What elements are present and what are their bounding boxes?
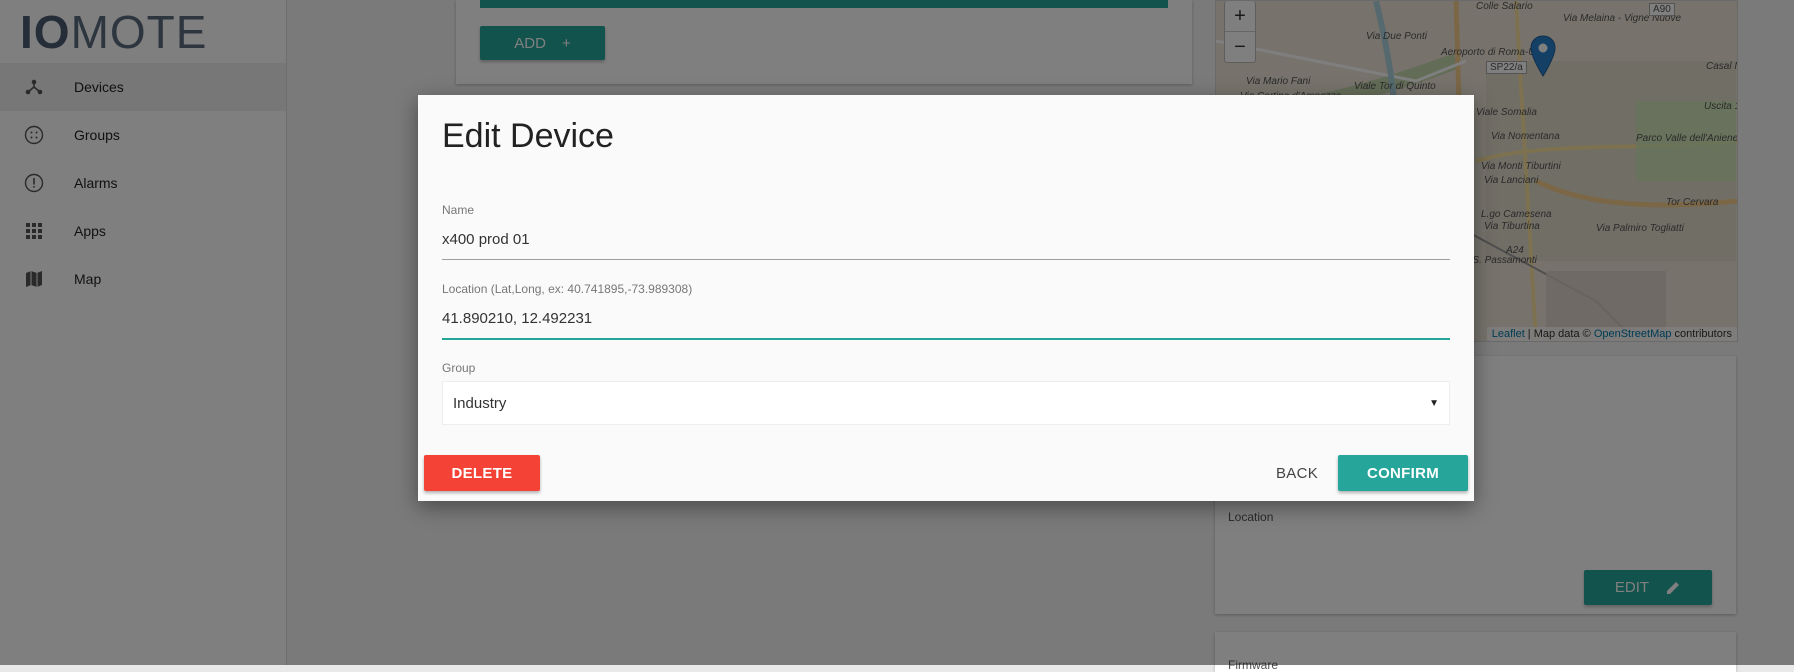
name-input[interactable] — [442, 227, 1450, 251]
edit-device-dialog: Edit Device Name Location (Lat,Long, ex:… — [418, 95, 1474, 501]
confirm-button[interactable]: CONFIRM — [1338, 455, 1468, 491]
dialog-title: Edit Device — [442, 117, 614, 155]
group-field: Group Industry ▼ — [442, 361, 1450, 425]
location-underline — [442, 338, 1450, 340]
group-label: Group — [442, 361, 476, 375]
location-field: Location (Lat,Long, ex: 40.741895,-73.98… — [442, 282, 1450, 340]
group-select[interactable]: Industry ▼ — [442, 381, 1450, 425]
location-label: Location (Lat,Long, ex: 40.741895,-73.98… — [442, 282, 693, 296]
name-field: Name — [442, 203, 1450, 260]
name-label: Name — [442, 203, 475, 217]
delete-button[interactable]: DELETE — [424, 455, 540, 491]
name-underline — [442, 259, 1450, 260]
back-button[interactable]: BACK — [1262, 455, 1332, 491]
dropdown-arrow-icon: ▼ — [1429, 397, 1439, 409]
location-input[interactable] — [442, 306, 1450, 330]
group-selected-value: Industry — [453, 394, 507, 412]
